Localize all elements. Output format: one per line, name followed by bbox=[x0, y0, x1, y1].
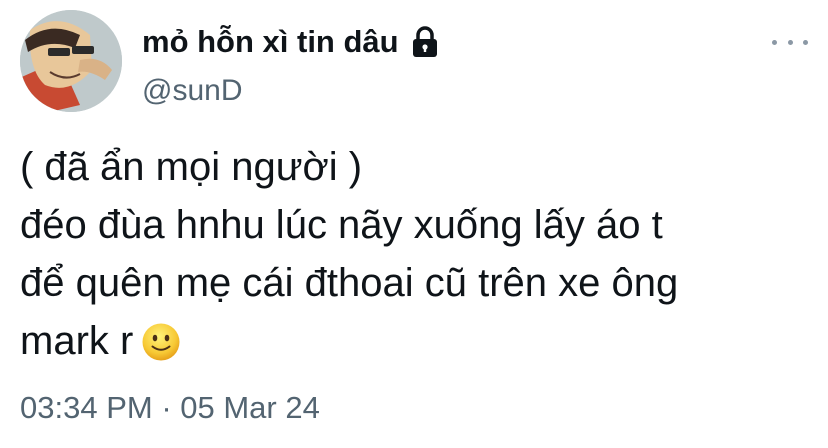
tweet-line-text: mark r bbox=[20, 319, 134, 363]
tweet-text: ( đã ẩn mọi người ) đéo đùa hnhu lúc nãy… bbox=[20, 138, 820, 370]
author-handle[interactable]: @sunD bbox=[142, 74, 243, 108]
display-name[interactable]: mỏ hỗn xì tin dâu bbox=[142, 24, 399, 60]
timestamp-date[interactable]: 05 Mar 24 bbox=[180, 390, 320, 425]
avatar[interactable] bbox=[20, 10, 122, 112]
tweet-line-prefix: đ bbox=[20, 203, 43, 247]
more-dot bbox=[787, 39, 793, 45]
tweet-card: mỏ hỗn xì tin dâu @sunD ( đã ẩn mọi ngườ… bbox=[0, 0, 828, 448]
slightly-smiling-face-icon bbox=[141, 320, 181, 361]
more-horizontal-icon[interactable] bbox=[772, 32, 808, 52]
timestamp[interactable]: 03:34 PM · 05 Mar 24 bbox=[20, 390, 320, 426]
timestamp-time[interactable]: 03:34 PM bbox=[20, 390, 153, 425]
lock-icon bbox=[409, 25, 441, 59]
tweet-line: để quên mẹ cái đthoai cũ trên xe ông bbox=[20, 261, 679, 305]
tweet-line: đéo đùa hnhu lúc nãy xuống lấy áo t bbox=[20, 196, 820, 254]
more-dot bbox=[803, 39, 808, 45]
tweet-line-last: mark r bbox=[20, 312, 820, 370]
tweet-line-text: éo đùa hnhu lúc nãy xuống lấy áo t bbox=[42, 203, 663, 247]
author-name-row[interactable]: mỏ hỗn xì tin dâu bbox=[142, 20, 441, 64]
timestamp-separator: · bbox=[152, 390, 181, 425]
tweet-line: ( đã ẩn mọi người ) bbox=[20, 145, 363, 189]
more-dot bbox=[772, 39, 777, 45]
avatar-image bbox=[20, 10, 122, 112]
